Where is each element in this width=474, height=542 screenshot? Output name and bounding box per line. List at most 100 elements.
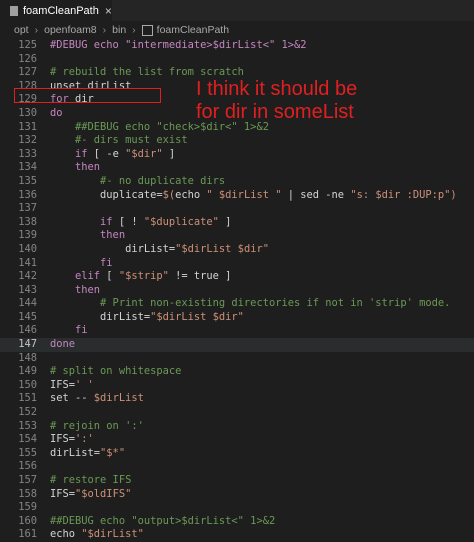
breadcrumb: opt › openfoam8 › bin › foamCleanPath xyxy=(0,21,474,39)
code-line[interactable]: 143 then xyxy=(0,284,474,298)
code-token: IFS= xyxy=(50,487,76,500)
code-token: #DEBUG echo "intermediate>$dirList<" 1>&… xyxy=(50,39,307,51)
code-text: ##DEBUG echo "output>$dirList<" 1>&2 xyxy=(50,515,275,529)
code-token: then xyxy=(50,229,126,242)
line-number: 130 xyxy=(18,106,37,119)
breadcrumb-item-bin[interactable]: bin xyxy=(112,24,126,36)
breadcrumb-item-opt[interactable]: opt xyxy=(14,24,29,36)
code-token: echo xyxy=(50,528,82,541)
code-text: #- no duplicate dirs xyxy=(50,175,225,189)
code-token: "$duplicate" xyxy=(143,215,219,228)
tab-bar: foamCleanPath × xyxy=(0,0,474,21)
code-text: # restore IFS xyxy=(50,474,131,488)
code-token: do xyxy=(50,106,63,119)
code-token: ##DEBUG echo "output>$dirList<" 1>&2 xyxy=(50,514,276,527)
code-text: set -- $dirList xyxy=(50,392,144,406)
line-number: 138 xyxy=(18,215,37,228)
breadcrumb-item-file[interactable]: foamCleanPath xyxy=(157,24,229,36)
code-token: if xyxy=(50,147,88,160)
file-icon xyxy=(10,5,18,16)
code-line[interactable]: 138 if [ ! "$duplicate" ] xyxy=(0,216,474,230)
code-line[interactable]: 141 fi xyxy=(0,257,474,271)
line-number: 132 xyxy=(18,134,37,147)
line-number: 155 xyxy=(18,446,37,459)
code-line[interactable]: 148 xyxy=(0,352,474,366)
code-line[interactable]: 136 duplicate=$(echo " $dirList " | sed … xyxy=(0,189,474,203)
line-number: 127 xyxy=(18,66,37,79)
code-token: ] xyxy=(218,215,232,228)
line-number: 147 xyxy=(18,338,37,351)
code-text: do xyxy=(50,107,63,121)
line-number: 151 xyxy=(18,392,37,405)
code-line[interactable]: 160 ##DEBUG echo "output>$dirList<" 1>&2 xyxy=(0,515,474,529)
code-token: # restore IFS xyxy=(50,474,132,486)
line-number: 161 xyxy=(18,528,37,541)
code-line[interactable]: 152 xyxy=(0,406,474,420)
code-token: done xyxy=(50,338,76,351)
code-text: elif [ "$strip" != true ] xyxy=(50,270,231,284)
code-line[interactable]: 135 #- no duplicate dirs xyxy=(0,175,474,189)
code-line[interactable]: 149 # split on whitespace xyxy=(0,365,474,379)
code-line[interactable]: 159 xyxy=(0,501,474,515)
code-line[interactable]: 140 dirList="$dirList $dir" xyxy=(0,243,474,257)
annotation-line-1: I think it should be xyxy=(196,78,358,100)
file-icon xyxy=(141,24,153,36)
code-line[interactable]: 139 then xyxy=(0,229,474,243)
code-token: [ ! xyxy=(112,215,144,228)
code-token: #- no duplicate dirs xyxy=(50,174,226,187)
code-line[interactable]: 161 echo "$dirList" xyxy=(0,528,474,542)
code-line[interactable]: 144 # Print non-existing directories if … xyxy=(0,297,474,311)
code-line[interactable]: 154 IFS=':' xyxy=(0,433,474,447)
code-line[interactable]: 125 #DEBUG echo "intermediate>$dirList<" … xyxy=(0,39,474,53)
code-text: if [ -e "$dir" ] xyxy=(50,148,175,162)
code-line[interactable]: 155 dirList="$*" xyxy=(0,447,474,461)
code-line[interactable]: 150 IFS=' ' xyxy=(0,379,474,393)
code-line[interactable]: 158 IFS="$oldIFS" xyxy=(0,488,474,502)
line-number: 126 xyxy=(18,52,37,65)
code-line[interactable]: 132 #- dirs must exist xyxy=(0,134,474,148)
code-line[interactable]: 156 xyxy=(0,460,474,474)
line-number: 145 xyxy=(18,310,37,323)
code-line[interactable]: 146 fi xyxy=(0,324,474,338)
line-number: 125 xyxy=(18,39,37,51)
code-line[interactable]: 157 # restore IFS xyxy=(0,474,474,488)
breadcrumb-item-openfoam8[interactable]: openfoam8 xyxy=(44,24,97,36)
code-line[interactable]: 145 dirList="$dirList $dir" xyxy=(0,311,474,325)
code-token: dirList= xyxy=(50,310,151,323)
line-number: 144 xyxy=(18,297,37,310)
code-token: ] xyxy=(162,147,176,160)
annotation-text: I think it should be for dir in someList xyxy=(196,78,436,124)
code-text: then xyxy=(50,229,125,243)
code-line[interactable]: 147 done xyxy=(0,338,474,352)
code-line[interactable]: 153 # rejoin on ':' xyxy=(0,420,474,434)
code-token: set -- xyxy=(50,392,94,405)
line-number: 148 xyxy=(18,351,37,364)
code-token: then xyxy=(50,283,101,296)
code-text: #- dirs must exist xyxy=(50,134,188,148)
close-icon[interactable]: × xyxy=(105,4,112,18)
line-number: 135 xyxy=(18,174,37,187)
line-number: 133 xyxy=(18,147,37,160)
code-token: echo xyxy=(175,188,207,201)
line-number: 140 xyxy=(18,242,37,255)
code-token: " $dirList " xyxy=(206,188,282,201)
code-text: done xyxy=(50,338,75,352)
code-token: fi xyxy=(50,256,113,269)
code-token: # rejoin on ':' xyxy=(50,419,144,432)
line-number: 158 xyxy=(18,487,37,500)
code-line[interactable]: 133 if [ -e "$dir" ] xyxy=(0,148,474,162)
code-token: $dirList xyxy=(93,392,144,405)
code-line[interactable]: 126 xyxy=(0,53,474,67)
tab-foamcleanpath[interactable]: foamCleanPath × xyxy=(0,0,112,21)
code-text: dirList="$*" xyxy=(50,447,125,461)
code-token: "$dirList" xyxy=(81,528,144,541)
code-token: # Print non-existing directories if not … xyxy=(50,297,451,310)
code-line[interactable]: 137 xyxy=(0,202,474,216)
line-number: 157 xyxy=(18,474,37,486)
tab-label: foamCleanPath xyxy=(23,4,99,17)
code-line[interactable]: 151 set -- $dirList xyxy=(0,392,474,406)
line-number: 160 xyxy=(18,514,37,527)
code-line[interactable]: 142 elif [ "$strip" != true ] xyxy=(0,270,474,284)
highlight-box xyxy=(14,88,161,103)
code-line[interactable]: 134 then xyxy=(0,161,474,175)
